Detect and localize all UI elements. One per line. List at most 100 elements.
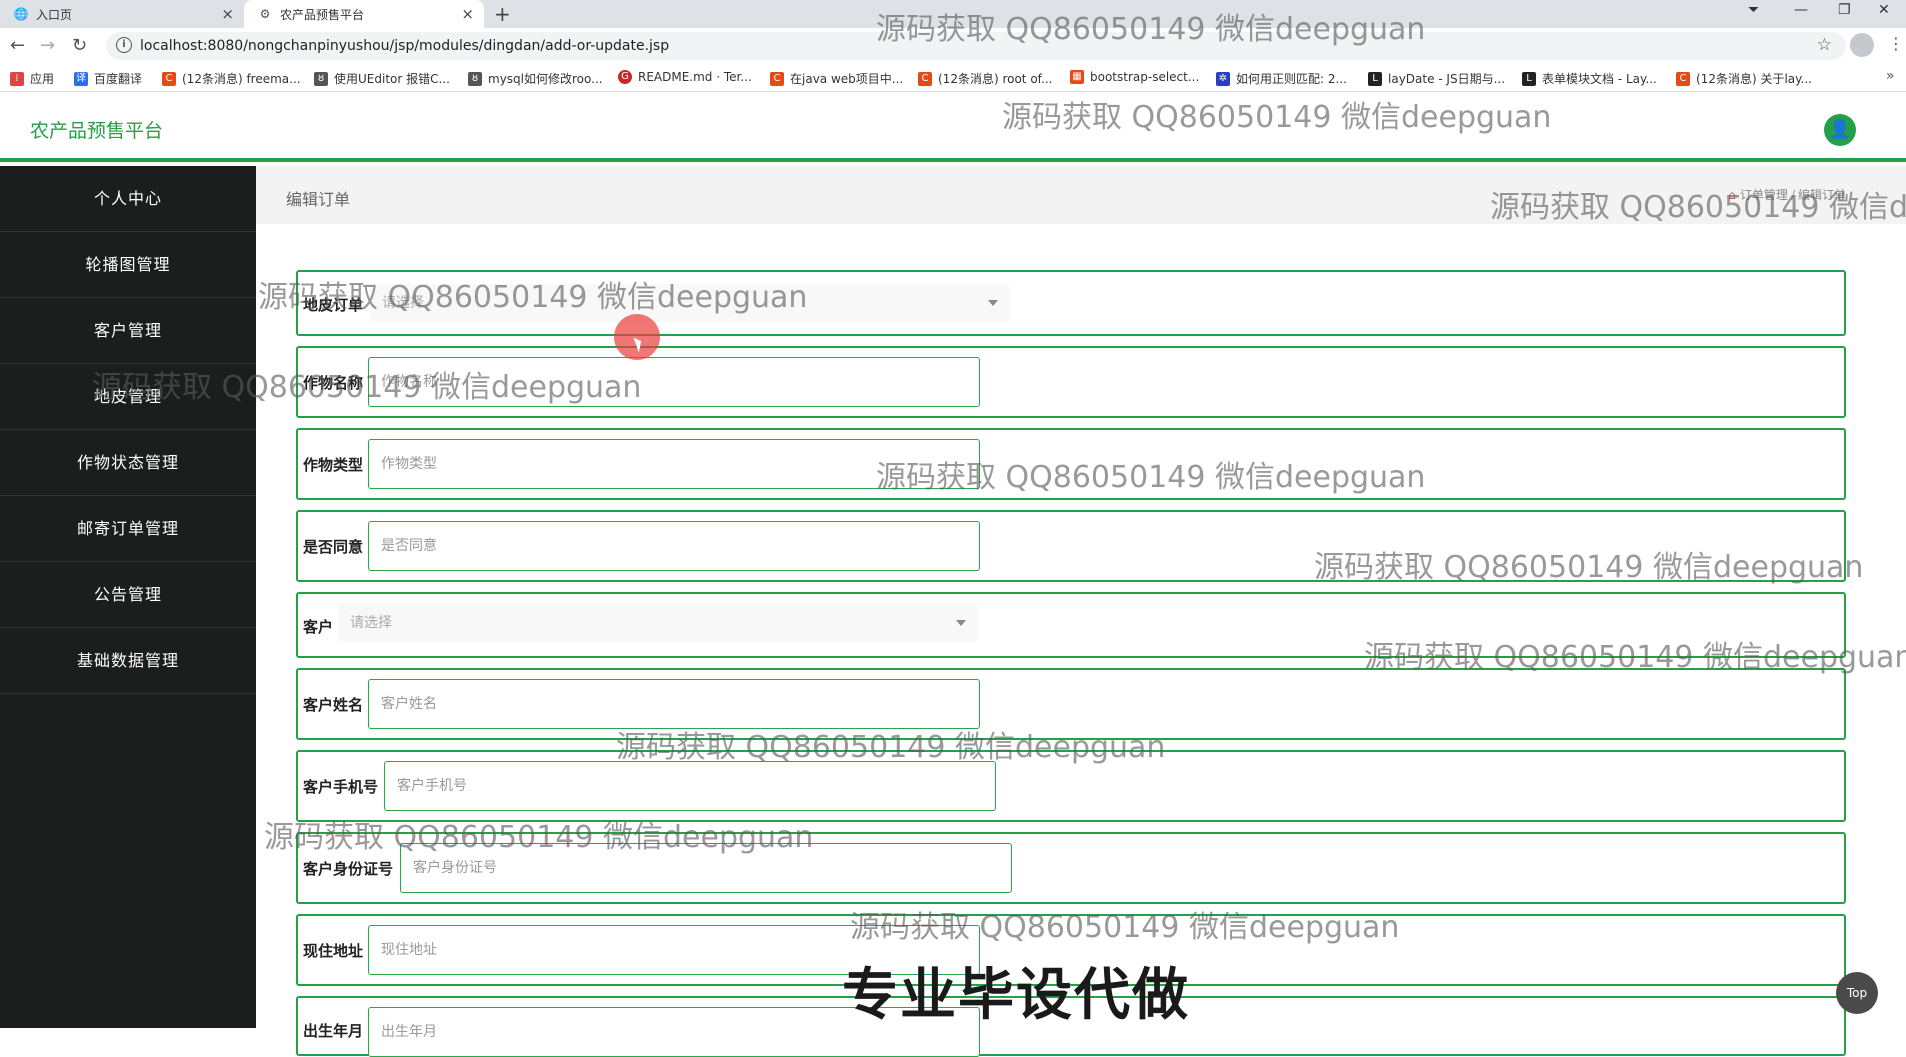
- chevron-down-icon: [988, 300, 998, 306]
- form-row-crop-type: 作物类型: [296, 428, 1846, 500]
- bookmark-favicon-icon: G: [618, 70, 632, 84]
- customer-phone-input[interactable]: [384, 761, 996, 811]
- forward-icon[interactable]: →: [40, 35, 55, 56]
- bookmark-star-icon[interactable]: ☆: [1817, 35, 1832, 55]
- bookmark-item[interactable]: C (12条消息) freema...: [162, 70, 301, 87]
- field-label: 地皮订单: [303, 296, 364, 314]
- chevron-down-icon: [956, 620, 966, 626]
- browser-tab-bar: 🌐 入口页 × ⚙ 农产品预售平台 × + ⏷ — ❐ ✕: [0, 0, 1906, 28]
- bookmark-item[interactable]: 译百度翻译: [74, 70, 142, 87]
- bookmark-favicon-icon: ▦: [1070, 70, 1084, 84]
- tab-title: 入口页: [36, 7, 73, 22]
- profile-menu-icon[interactable]: ⏷: [1748, 2, 1759, 18]
- bookmark-favicon-icon: ✲: [1216, 71, 1230, 86]
- sidebar-item-personal-center[interactable]: 个人中心: [0, 166, 256, 232]
- sidebar: 个人中心 轮播图管理 客户管理 地皮管理 作物状态管理 邮寄订单管理 公告管理 …: [0, 166, 256, 1028]
- bookmark-apps[interactable]: ⁞ 应用: [10, 70, 54, 87]
- app-header: 农产品预售平台 👤: [0, 92, 1906, 162]
- home-icon[interactable]: ⌂: [1728, 188, 1736, 202]
- banner-watermark: 专业毕设代做: [842, 963, 1190, 1028]
- browser-tab-platform[interactable]: ⚙ 农产品预售平台 ×: [244, 0, 484, 28]
- settings-icon: ⚙: [259, 7, 271, 21]
- url-text[interactable]: localhost:8080/nongchanpinyushou/jsp/mod…: [140, 38, 669, 54]
- bookmark-favicon-icon: ȣ: [314, 71, 328, 86]
- field-label: 出生年月: [303, 1022, 364, 1040]
- form-row-customer: 客户 请选择: [296, 592, 1846, 658]
- url-omnibox[interactable]: i localhost:8080/nongchanpinyushou/jsp/m…: [106, 32, 1846, 60]
- sidebar-item-customers[interactable]: 客户管理: [0, 298, 256, 364]
- field-label: 现住地址: [303, 942, 364, 960]
- breadcrumb-item: 编辑订单: [1797, 188, 1846, 202]
- land-order-select[interactable]: 请选择: [370, 284, 1010, 322]
- customer-name-input[interactable]: [368, 679, 980, 729]
- bookmark-item[interactable]: ✲ 如何用正则匹配: 2...: [1216, 70, 1347, 87]
- page-header: 编辑订单 ⌂ 订单管理 / 编辑订单: [256, 166, 1906, 224]
- address-bar: ← → ↻ i localhost:8080/nongchanpinyushou…: [0, 28, 1906, 64]
- breadcrumb-separator: /: [1790, 188, 1795, 202]
- bookmark-favicon-icon: C: [162, 71, 176, 86]
- crop-type-input[interactable]: [368, 439, 980, 489]
- form-row-customer-id: 客户身份证号: [296, 832, 1846, 904]
- form-row-customer-phone: 客户手机号: [296, 750, 1846, 822]
- tab-title: 农产品预售平台: [280, 7, 365, 22]
- field-label: 客户: [303, 618, 334, 636]
- new-tab-icon[interactable]: +: [494, 2, 511, 26]
- bookmark-favicon-icon: ȣ: [468, 71, 482, 86]
- crop-name-input[interactable]: [368, 357, 980, 407]
- bookmark-item[interactable]: LlayDate - JS日期与...: [1368, 70, 1505, 87]
- site-info-icon[interactable]: i: [116, 37, 132, 53]
- field-label: 是否同意: [303, 538, 364, 556]
- sidebar-item-land[interactable]: 地皮管理: [0, 364, 256, 430]
- restore-icon[interactable]: ❐: [1838, 2, 1851, 18]
- sidebar-item-crop-status[interactable]: 作物状态管理: [0, 430, 256, 496]
- apps-grid-icon: ⁞: [10, 71, 24, 86]
- bookmark-favicon-icon: C: [770, 71, 784, 86]
- bookmark-item[interactable]: ȣ mysql如何修改roo...: [468, 70, 603, 87]
- app-title: 农产品预售平台: [30, 120, 164, 142]
- customer-id-input[interactable]: [400, 843, 1012, 893]
- minimize-icon[interactable]: —: [1794, 2, 1808, 18]
- bookmark-item[interactable]: ▦ bootstrap-select...: [1070, 70, 1199, 84]
- bookmark-favicon-icon: L: [1522, 71, 1536, 86]
- agreed-input[interactable]: [368, 521, 980, 571]
- account-avatar-icon[interactable]: [1850, 33, 1874, 57]
- bookmarks-bar: ⁞ 应用 译百度翻译 C (12条消息) freema... ȣ 使用UEditor …: [0, 64, 1906, 92]
- customer-select[interactable]: 请选择: [338, 604, 978, 642]
- field-label: 客户身份证号: [303, 860, 394, 878]
- close-window-icon[interactable]: ✕: [1878, 2, 1890, 18]
- sidebar-item-carousel[interactable]: 轮播图管理: [0, 232, 256, 298]
- bookmark-item[interactable]: ȣ 使用UEditor 报错C...: [314, 70, 450, 87]
- bookmark-favicon-icon: C: [918, 71, 932, 86]
- field-label: 作物类型: [303, 456, 364, 474]
- back-icon[interactable]: ←: [10, 35, 25, 56]
- sidebar-item-announcements[interactable]: 公告管理: [0, 562, 256, 628]
- bookmark-item[interactable]: C (12条消息) root of...: [918, 70, 1052, 87]
- bookmark-item[interactable]: C 在java web项目中...: [770, 70, 903, 87]
- main-content: 编辑订单 ⌂订单管理/编辑订单 地皮订单 请选择 作物名称 作物类型 是否同意 …: [256, 166, 1906, 1057]
- field-label: 客户手机号: [303, 778, 379, 796]
- bookmark-item[interactable]: C (12条消息) 关于lay...: [1676, 70, 1812, 87]
- close-tab-icon[interactable]: ×: [221, 5, 234, 23]
- form-row-customer-name: 客户姓名: [296, 668, 1846, 740]
- form-row-agreed: 是否同意: [296, 510, 1846, 582]
- bookmark-favicon-icon: C: [1676, 71, 1690, 86]
- user-icon[interactable]: 👤: [1824, 114, 1856, 146]
- browser-tab-entry[interactable]: 🌐 入口页 ×: [0, 0, 244, 28]
- form-row-land-order: 地皮订单 请选择: [296, 270, 1846, 336]
- browser-menu-icon[interactable]: ⋮: [1888, 34, 1904, 53]
- bookmark-favicon-icon: L: [1368, 71, 1382, 86]
- sidebar-item-mail-orders[interactable]: 邮寄订单管理: [0, 496, 256, 562]
- close-tab-icon[interactable]: ×: [461, 5, 474, 23]
- bookmark-item[interactable]: L 表单模块文档 - Lay...: [1522, 70, 1657, 87]
- globe-icon: 🌐: [13, 7, 29, 21]
- field-label: 客户姓名: [303, 696, 364, 714]
- bookmarks-overflow-icon[interactable]: »: [1886, 68, 1895, 84]
- sidebar-item-basic-data[interactable]: 基础数据管理: [0, 628, 256, 694]
- back-to-top-button[interactable]: Top: [1836, 972, 1878, 1014]
- field-label: 作物名称: [303, 374, 364, 392]
- breadcrumb: ⌂ 订单管理 / 编辑订单: [1728, 186, 1846, 203]
- breadcrumb-item[interactable]: 订单管理: [1740, 188, 1788, 202]
- reload-icon[interactable]: ↻: [72, 35, 87, 56]
- bookmark-item[interactable]: G README.md · Ter...: [618, 70, 752, 84]
- page-title: 编辑订单: [286, 190, 351, 209]
